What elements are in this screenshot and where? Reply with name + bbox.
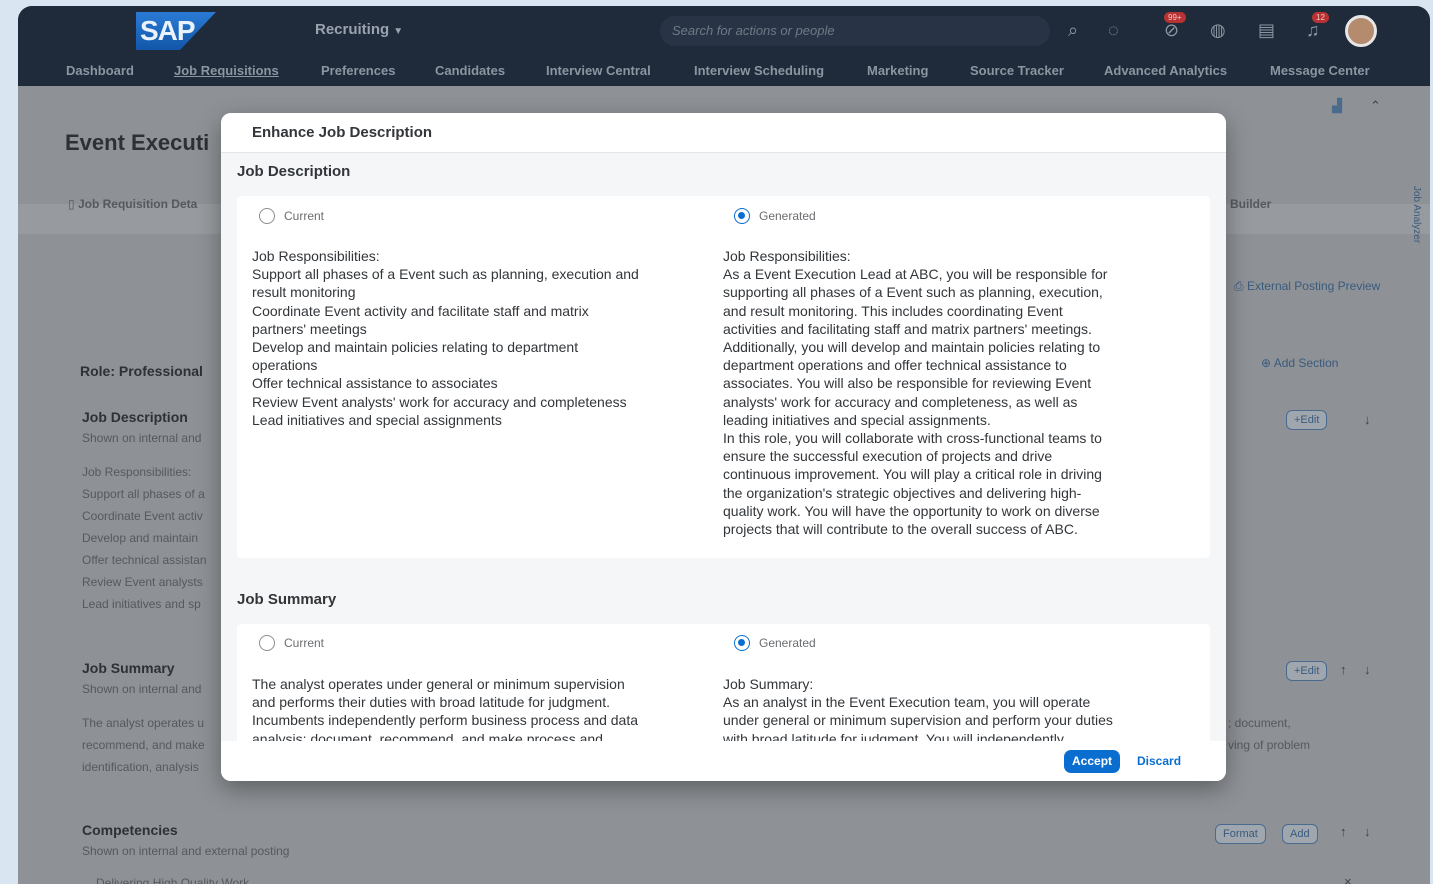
approvals-icon[interactable]: ⊘	[1164, 20, 1179, 40]
location-icon[interactable]: ◌	[1108, 20, 1119, 40]
enhance-job-description-dialog: Enhance Job Description Job Description …	[221, 113, 1226, 781]
bg-js-line: The analyst operates u	[82, 716, 205, 730]
bg-jd-line: Job Responsibilities:	[82, 465, 192, 479]
job-analyzer-side-tab[interactable]: Job Analyzer	[1408, 186, 1422, 243]
bg-competencies-title: Competencies	[82, 822, 178, 838]
sap-logo[interactable]: SAP	[136, 12, 216, 50]
competency-item: Delivering High Quality Work	[96, 876, 250, 884]
job-description-compare-panel: Current Generated Job Responsibilities: …	[237, 196, 1210, 558]
accept-button[interactable]: Accept	[1064, 750, 1121, 773]
nav-advanced-analytics[interactable]: Advanced Analytics	[1104, 63, 1227, 78]
js-generated-radio[interactable]: Generated	[734, 635, 816, 651]
search-input[interactable]: Search for actions or people	[660, 16, 1050, 46]
bg-js-line: identification, analysis	[82, 760, 199, 774]
bg-jd-line: Lead initiatives and sp	[82, 597, 201, 611]
notification-badge: 12	[1312, 12, 1329, 23]
documents-icon[interactable]: ▤	[1258, 20, 1275, 40]
approvals-badge: 99+	[1164, 12, 1186, 23]
discard-button[interactable]: Discard	[1129, 750, 1189, 773]
bg-shown-on: Shown on internal and	[82, 431, 202, 445]
nav-preferences[interactable]: Preferences	[321, 63, 395, 78]
role-label: Role: Professional	[80, 363, 203, 379]
nav-dashboard[interactable]: Dashboard	[66, 63, 134, 78]
tab-job-requisition-details[interactable]: ▯ Job Requisition Deta	[68, 197, 197, 211]
search-icon[interactable]: ⌕	[1068, 20, 1078, 40]
nav-interview-central[interactable]: Interview Central	[546, 63, 651, 78]
nav-message-center[interactable]: Message Center	[1270, 63, 1370, 78]
app-title: Recruiting	[315, 21, 390, 38]
js-generated-text: Job Summary: As an analyst in the Event …	[723, 676, 1113, 741]
jd-current-text: Job Responsibilities: Support all phases…	[252, 248, 639, 428]
job-summary-section-title: Job Summary	[237, 591, 337, 608]
bg-job-summary-title: Job Summary	[82, 660, 175, 676]
radio-unchecked-icon	[259, 208, 275, 224]
bg-shown-on: Shown on internal and	[82, 682, 202, 696]
dialog-title: Enhance Job Description	[221, 113, 1226, 153]
bg-jd-line: Support all phases of a	[82, 487, 205, 501]
close-icon[interactable]: ×	[1344, 874, 1352, 884]
job-description-section-title: Job Description	[237, 163, 351, 180]
nav-candidates[interactable]: Candidates	[435, 63, 505, 78]
bg-jd-line: Coordinate Event activ	[82, 509, 203, 523]
bg-jd-line: Develop and maintain	[82, 531, 199, 545]
help-icon[interactable]: ◍	[1210, 20, 1226, 40]
radio-label: Generated	[759, 209, 816, 223]
dialog-body[interactable]: Job Description Current Generated Job Re…	[221, 154, 1226, 741]
bg-js-line: recommend, and make	[82, 738, 205, 752]
add-competency-button[interactable]: Add	[1282, 824, 1318, 844]
nav-job-requisitions[interactable]: Job Requisitions	[174, 63, 279, 78]
bg-jd-line: Review Event analysts	[82, 575, 203, 589]
radio-checked-icon	[734, 208, 750, 224]
radio-label: Generated	[759, 636, 816, 650]
user-avatar[interactable]	[1345, 15, 1377, 47]
job-summary-compare-panel: Current Generated The analyst operates u…	[237, 624, 1210, 741]
shell-bar: SAP Recruiting ▼ Search for actions or pe…	[18, 6, 1430, 56]
jd-generated-radio[interactable]: Generated	[734, 208, 816, 224]
nav-marketing[interactable]: Marketing	[867, 63, 928, 78]
nav-source-tracker[interactable]: Source Tracker	[970, 63, 1064, 78]
preview-icon: ⎙	[1234, 279, 1247, 293]
external-posting-preview-link[interactable]: ⎙ External Posting Preview	[1234, 279, 1380, 294]
bg-js-right-fragment: ving of problem	[1228, 738, 1311, 752]
arrow-up-icon[interactable]: ↑	[1340, 662, 1347, 677]
dialog-footer: Accept Discard	[221, 741, 1226, 781]
jd-current-radio[interactable]: Current	[259, 208, 324, 224]
arrow-down-icon[interactable]: ↓	[1364, 662, 1371, 677]
radio-unchecked-icon	[259, 635, 275, 651]
top-navigation: Dashboard Job Requisitions Preferences C…	[18, 56, 1430, 86]
arrow-down-icon[interactable]: ↓	[1364, 412, 1371, 427]
jd-generated-text: Job Responsibilities: As a Event Executi…	[723, 248, 1108, 538]
bg-jd-line: Offer technical assistan	[82, 553, 207, 567]
tab-builder[interactable]: Builder	[1230, 197, 1271, 211]
edit-job-description-button[interactable]: +Edit	[1286, 410, 1328, 430]
chart-icon[interactable]: ▟	[1332, 98, 1342, 114]
nav-interview-scheduling[interactable]: Interview Scheduling	[694, 63, 824, 78]
edit-job-summary-button[interactable]: +Edit	[1286, 661, 1328, 681]
bg-competencies-shown: Shown on internal and external posting	[82, 844, 290, 858]
arrow-down-icon[interactable]: ↓	[1364, 824, 1371, 839]
js-current-radio[interactable]: Current	[259, 635, 324, 651]
bg-js-right-fragment: ; document,	[1228, 716, 1291, 730]
app-switcher[interactable]: Recruiting ▼	[315, 21, 403, 38]
add-section-button[interactable]: ⊕ Add Section	[1261, 356, 1338, 370]
collapse-icon[interactable]: ⌃	[1370, 98, 1381, 114]
caret-down-icon: ▼	[393, 26, 404, 37]
page-title: Event Executi	[65, 130, 210, 155]
radio-checked-icon	[734, 635, 750, 651]
radio-label: Current	[284, 209, 325, 223]
arrow-up-icon[interactable]: ↑	[1340, 824, 1347, 839]
doc-icon: ▯	[68, 197, 78, 211]
format-button[interactable]: Format	[1215, 824, 1266, 844]
js-current-text: The analyst operates under general or mi…	[252, 676, 639, 741]
notification-bell-icon[interactable]: ♫	[1306, 20, 1320, 40]
radio-label: Current	[284, 636, 325, 650]
plus-circle-icon: ⊕	[1261, 356, 1274, 370]
bg-job-description-title: Job Description	[82, 409, 188, 425]
